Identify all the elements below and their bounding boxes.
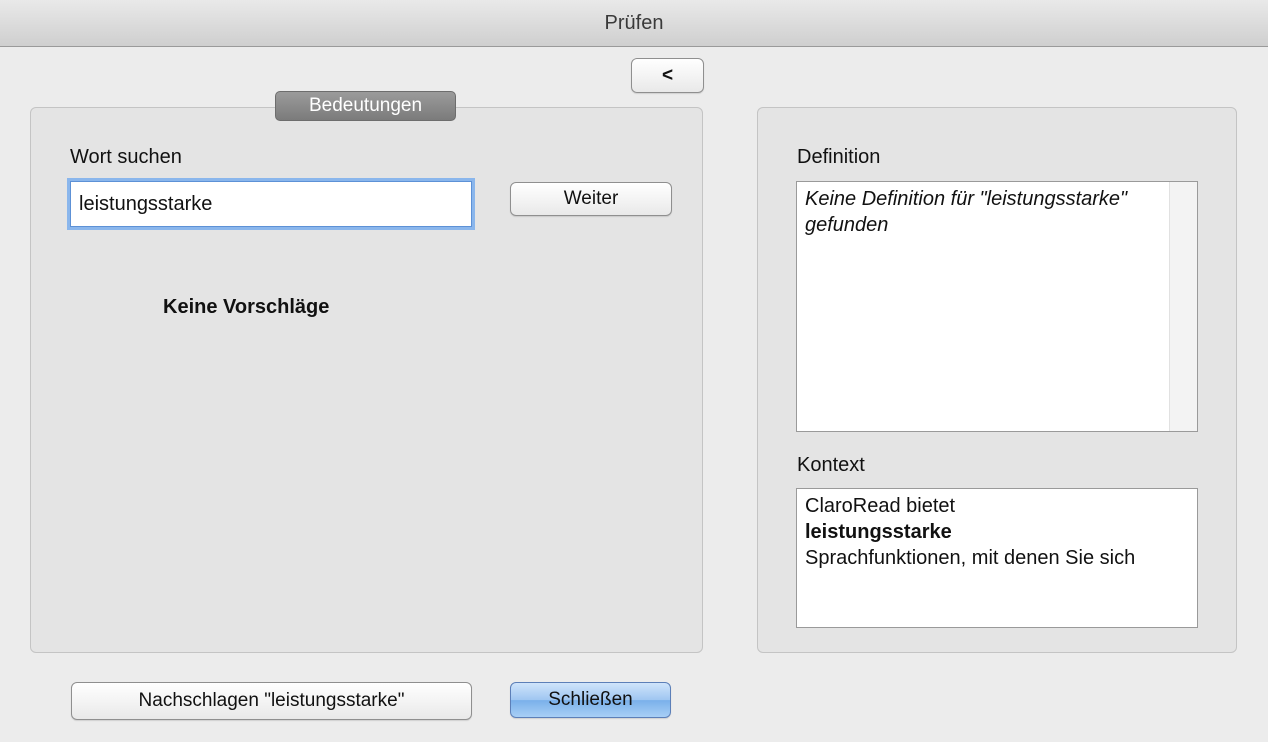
search-input[interactable]: leistungsstarke xyxy=(70,181,472,227)
definition-textbox[interactable]: Keine Definition für "leistungsstarke" g… xyxy=(796,181,1198,432)
context-text-after: Sprachfunktionen, mit denen Sie sich xyxy=(805,547,1136,569)
no-suggestions-text: Keine Vorschläge xyxy=(163,296,330,318)
definition-text: Keine Definition für "leistungsstarke" g… xyxy=(805,188,1128,236)
definition-label: Definition xyxy=(797,146,881,168)
close-button[interactable]: Schließen xyxy=(510,682,671,718)
context-textbox[interactable]: ClaroRead bietet leistungsstarke Sprachf… xyxy=(796,488,1198,628)
window-title: Prüfen xyxy=(0,0,1268,47)
context-text-before: ClaroRead bietet xyxy=(805,495,956,517)
context-highlighted-word: leistungsstarke xyxy=(805,521,952,543)
definition-scrollbar[interactable] xyxy=(1169,182,1197,431)
next-button[interactable]: Weiter xyxy=(510,182,672,216)
back-button[interactable]: < xyxy=(631,58,704,93)
context-label: Kontext xyxy=(797,454,865,476)
lookup-button[interactable]: Nachschlagen "leistungsstarke" xyxy=(71,682,472,720)
meanings-tab[interactable]: Bedeutungen xyxy=(275,91,456,121)
search-label: Wort suchen xyxy=(70,146,182,168)
